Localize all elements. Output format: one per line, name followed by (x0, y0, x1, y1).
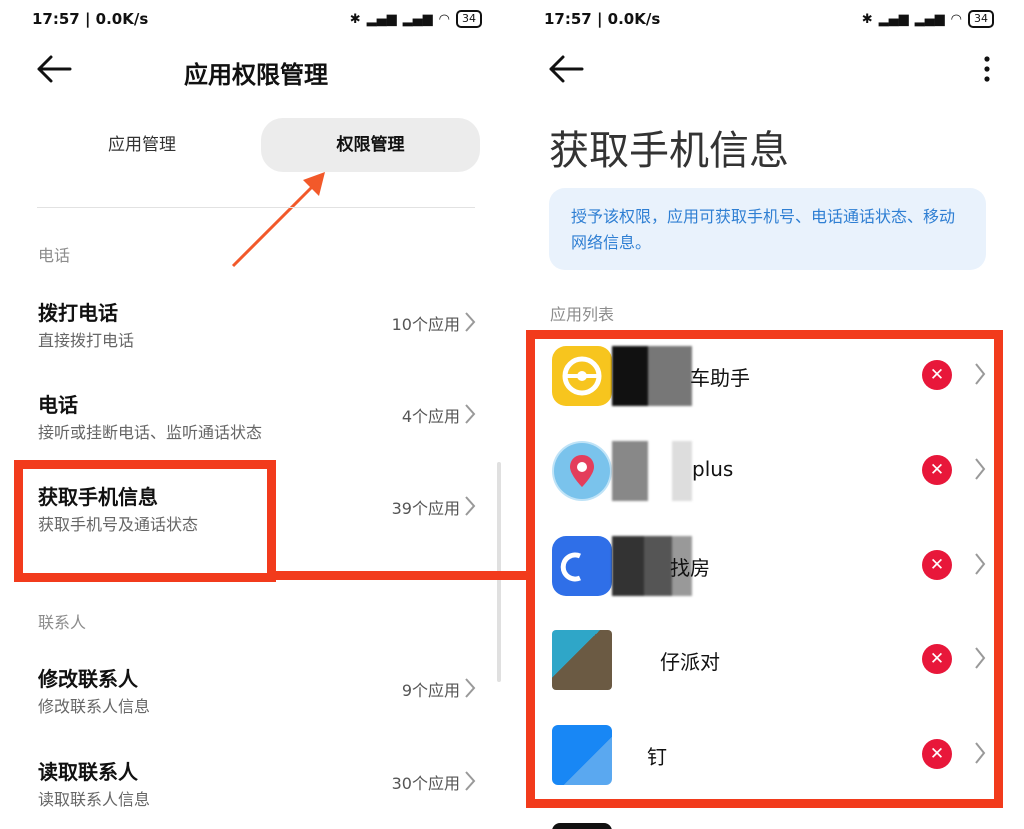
annotation-arrow-icon (231, 172, 325, 268)
tab-app-management[interactable]: 应用管理 (32, 118, 252, 172)
chevron-right-icon (465, 771, 476, 791)
app-count: 4个应用 (401, 407, 460, 426)
highlight-box-app-list (526, 330, 1003, 808)
more-options-icon[interactable] (980, 54, 994, 84)
status-icons: ✱ ▂▄▆ ▂▄▆ ◠ 34 (862, 10, 994, 28)
app-count: 30个应用 (391, 774, 460, 793)
page-title: 应用权限管理 (184, 61, 328, 89)
permission-desc: 修改联系人信息 (38, 697, 151, 716)
wifi-icon: ◠ (438, 11, 450, 27)
permission-info-box: 授予该权限，应用可获取手机号、电话通话状态、移动网络信息。 (549, 188, 986, 270)
highlight-box-permission (14, 460, 276, 582)
permission-name: 电话 (38, 393, 78, 417)
permission-desc: 读取联系人信息 (38, 790, 151, 809)
status-icons: ✱ ▂▄▆ ▂▄▆ ◠ 34 (350, 10, 482, 28)
signal-icon: ▂▄▆ (878, 11, 909, 27)
highlight-connector (268, 571, 534, 580)
next-app-icon (552, 823, 612, 829)
signal-icon-2: ▂▄▆ (914, 11, 945, 27)
page-title: 获取手机信息 (549, 128, 789, 174)
status-bar: 17:57 | 0.0K/s ✱ ▂▄▆ ▂▄▆ ◠ 34 (512, 8, 1024, 32)
battery-icon: 34 (968, 10, 994, 28)
permission-desc: 接听或挂断电话、监听通话状态 (38, 423, 263, 442)
app-count: 10个应用 (391, 315, 460, 334)
permission-name: 修改联系人 (38, 667, 138, 691)
wifi-icon: ◠ (950, 11, 962, 27)
permission-desc: 直接拨打电话 (38, 331, 135, 350)
signal-icon-2: ▂▄▆ (402, 11, 433, 27)
app-count: 9个应用 (401, 681, 460, 700)
status-time: 17:57 | 0.0K/s (544, 10, 661, 28)
permission-name: 读取联系人 (38, 760, 138, 784)
back-arrow-icon[interactable] (548, 54, 584, 84)
chevron-right-icon (465, 312, 476, 332)
permission-row-phone[interactable]: 电话 接听或挂断电话、监听通话状态 4个应用 (0, 389, 512, 467)
status-bar: 17:57 | 0.0K/s ✱ ▂▄▆ ▂▄▆ ◠ 34 (0, 8, 512, 32)
permission-name: 拨打电话 (38, 301, 118, 325)
signal-icon: ▂▄▆ (366, 11, 397, 27)
bluetooth-icon: ✱ (349, 11, 361, 27)
section-contacts: 联系人 (38, 613, 87, 632)
app-count: 39个应用 (391, 499, 460, 518)
permission-row-read-contacts[interactable]: 读取联系人 读取联系人信息 30个应用 (0, 756, 512, 829)
section-phone: 电话 (38, 246, 71, 265)
battery-icon: 34 (456, 10, 482, 28)
bluetooth-icon: ✱ (861, 11, 873, 27)
permission-row-edit-contacts[interactable]: 修改联系人 修改联系人信息 9个应用 (0, 663, 512, 741)
status-time: 17:57 | 0.0K/s (32, 10, 149, 28)
chevron-right-icon (465, 678, 476, 698)
chevron-right-icon (465, 404, 476, 424)
divider (37, 207, 475, 208)
tab-permission-management[interactable]: 权限管理 (261, 118, 480, 172)
app-list-label: 应用列表 (550, 305, 615, 324)
permission-row-dial[interactable]: 拨打电话 直接拨打电话 10个应用 (0, 297, 512, 375)
left-screen: 17:57 | 0.0K/s ✱ ▂▄▆ ▂▄▆ ◠ 34 应用权限管理 应用管… (0, 0, 512, 829)
chevron-right-icon (465, 496, 476, 516)
